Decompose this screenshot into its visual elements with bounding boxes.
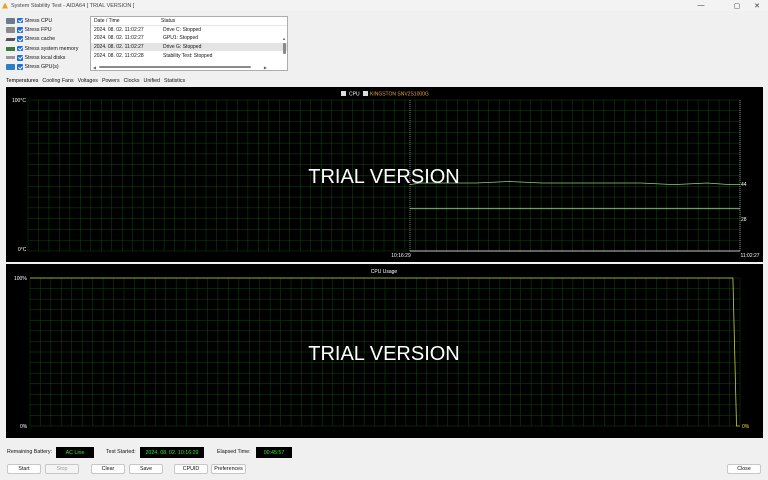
stress-disks-option[interactable]: Stress local disks [6, 53, 88, 62]
log-row[interactable]: 2024. 08. 02. 11:02:27 GPU1: Stopped [91, 34, 287, 43]
temperature-graph: CPU KINGSTON SNV2S1000G 100°C 0°C TRIAL … [6, 87, 763, 262]
log-row-status: GPU1: Stopped [163, 35, 199, 42]
graph-tabs: Temperatures Cooling Fans Voltages Power… [6, 78, 189, 84]
kingston-current-value: 44 [741, 182, 747, 188]
cpu-usage-title: CPU Usage [371, 269, 398, 275]
disk-2-current-value: 28 [741, 217, 747, 223]
stress-disks-checkbox[interactable] [17, 55, 23, 61]
test-started-label: Test Started: [106, 449, 136, 455]
start-button[interactable]: Start [7, 464, 41, 474]
log-row[interactable]: 2024. 08. 02. 11:02:27 Drive C: Stopped [91, 26, 287, 35]
scroll-up-arrow-icon[interactable]: ▲ [282, 36, 286, 41]
disk-drive-icon [6, 56, 15, 60]
remaining-battery-label: Remaining Battery: [7, 449, 53, 455]
tab-powers[interactable]: Powers [102, 78, 120, 84]
trial-watermark: TRIAL VERSION [308, 166, 460, 188]
vertical-scrollbar-thumb[interactable] [283, 43, 286, 54]
temp-y-min-label: 0°C [18, 247, 27, 253]
scroll-right-arrow-icon[interactable]: ▶ [264, 65, 267, 70]
cpu-y-min-label: 0% [20, 424, 28, 430]
title-bar: System Stability Test - AIDA64 [ TRIAL V… [0, 0, 768, 11]
log-row-datetime: 2024. 08. 02. 11:02:27 [94, 35, 144, 42]
stress-cpu-label: Stress CPU [24, 17, 53, 24]
scroll-left-arrow-icon[interactable]: ◀ [93, 65, 96, 70]
elapsed-time-label: Elapsed Time: [217, 449, 251, 455]
maximize-button[interactable]: ▢ [726, 0, 748, 11]
gpu-card-icon [6, 64, 15, 71]
legend-cpu-checkbox[interactable] [341, 91, 346, 96]
log-header-datetime[interactable]: Date / Time [91, 18, 161, 24]
stress-gpu-label: Stress GPU(s) [24, 64, 59, 71]
log-header: Date / Time Status [91, 17, 287, 26]
minimize-button[interactable]: — [690, 0, 712, 11]
tab-voltages[interactable]: Voltages [78, 78, 98, 84]
temp-y-max-label: 100°C [12, 98, 26, 104]
memory-module-icon [6, 46, 15, 51]
temperature-graph-canvas: CPU KINGSTON SNV2S1000G 100°C 0°C TRIAL … [12, 91, 760, 259]
cpu-usage-graph-canvas: CPU Usage 100% 0% TRIAL VERSION 0% [14, 269, 750, 430]
remaining-battery-value: AC Line [56, 447, 94, 458]
stress-gpu-option[interactable]: Stress GPU(s) [6, 62, 88, 71]
cpuid-button[interactable]: CPUID [174, 464, 208, 474]
cpu-chip-icon [6, 17, 15, 24]
tab-statistics[interactable]: Statistics [164, 78, 185, 84]
stress-cache-option[interactable]: Stress cache [5, 35, 88, 44]
temp-end-time: 11:02:27 [740, 253, 759, 259]
cpu-usage-graph: CPU Usage 100% 0% TRIAL VERSION 0% [6, 264, 763, 438]
stress-options-list: Stress CPU Stress FPU Stress cache Stres… [5, 16, 88, 72]
test-started-value: 2024. 08. 02. 10:16:29 [140, 447, 204, 458]
tab-clocks[interactable]: Clocks [124, 78, 140, 84]
elapsed-time-value: 00:45:57 [256, 447, 292, 458]
trial-watermark: TRIAL VERSION [308, 343, 460, 365]
fpu-chip-icon [6, 26, 15, 33]
log-row-datetime: 2024. 08. 02. 11:02:27 [94, 26, 144, 33]
tab-cooling-fans[interactable]: Cooling Fans [42, 78, 73, 84]
log-row-status: Drive C: Stopped [163, 26, 202, 33]
status-bar: Remaining Battery: AC Line Test Started:… [0, 446, 768, 460]
log-row[interactable]: 2024. 08. 02. 11:02:27 Drive G: Stopped [91, 42, 287, 52]
aida64-app-icon [2, 2, 8, 9]
log-row-status: Drive G: Stopped [163, 44, 202, 51]
stress-cpu-checkbox[interactable] [17, 17, 23, 24]
tab-temperatures[interactable]: Temperatures [6, 78, 38, 84]
cache-chip-icon [5, 37, 16, 41]
stress-disks-label: Stress local disks [24, 54, 66, 61]
temp-start-time: 10:16:29 [391, 253, 411, 259]
log-row-datetime: 2024. 08. 02. 11:02:27 [94, 44, 144, 51]
stress-cache-checkbox[interactable] [17, 36, 23, 42]
temperature-series [409, 181, 740, 252]
stress-memory-checkbox[interactable] [17, 45, 23, 52]
stress-gpu-checkbox[interactable] [17, 64, 23, 70]
legend-kingston-checkbox[interactable] [363, 91, 368, 96]
stress-fpu-option[interactable]: Stress FPU [6, 25, 88, 34]
tab-unified[interactable]: Unified [144, 78, 161, 84]
stress-fpu-label: Stress FPU [24, 26, 52, 33]
status-log-list[interactable]: Date / Time Status 2024. 08. 02. 11:02:2… [90, 16, 288, 71]
stress-cpu-option[interactable]: Stress CPU [6, 16, 88, 25]
window-title: System Stability Test - AIDA64 [ TRIAL V… [11, 2, 135, 9]
cpu-y-max-label: 100% [14, 276, 27, 282]
clear-button[interactable]: Clear [91, 464, 125, 474]
stop-button[interactable]: Stop [45, 464, 79, 474]
close-button[interactable]: Close [727, 464, 761, 474]
legend-kingston-label: KINGSTON SNV2S1000G [370, 92, 429, 98]
legend-cpu-label: CPU [349, 92, 360, 98]
log-row[interactable]: 2024. 08. 02. 11:02:28 Stability Test: S… [91, 51, 287, 60]
log-header-status[interactable]: Status [161, 18, 175, 24]
stress-memory-option[interactable]: Stress system memory [6, 44, 88, 53]
log-row-datetime: 2024. 08. 02. 11:02:28 [94, 52, 144, 59]
close-window-button[interactable]: ✕ [746, 0, 768, 11]
log-row-status: Stability Test: Stopped [163, 52, 213, 59]
horizontal-scrollbar-thumb[interactable] [99, 65, 251, 68]
stress-fpu-checkbox[interactable] [17, 27, 23, 33]
preferences-button[interactable]: Preferences [211, 464, 246, 474]
stress-memory-label: Stress system memory [24, 45, 79, 52]
stress-cache-label: Stress cache [24, 36, 56, 43]
save-button[interactable]: Save [129, 464, 163, 474]
cpu-current-value: 0% [742, 424, 750, 430]
